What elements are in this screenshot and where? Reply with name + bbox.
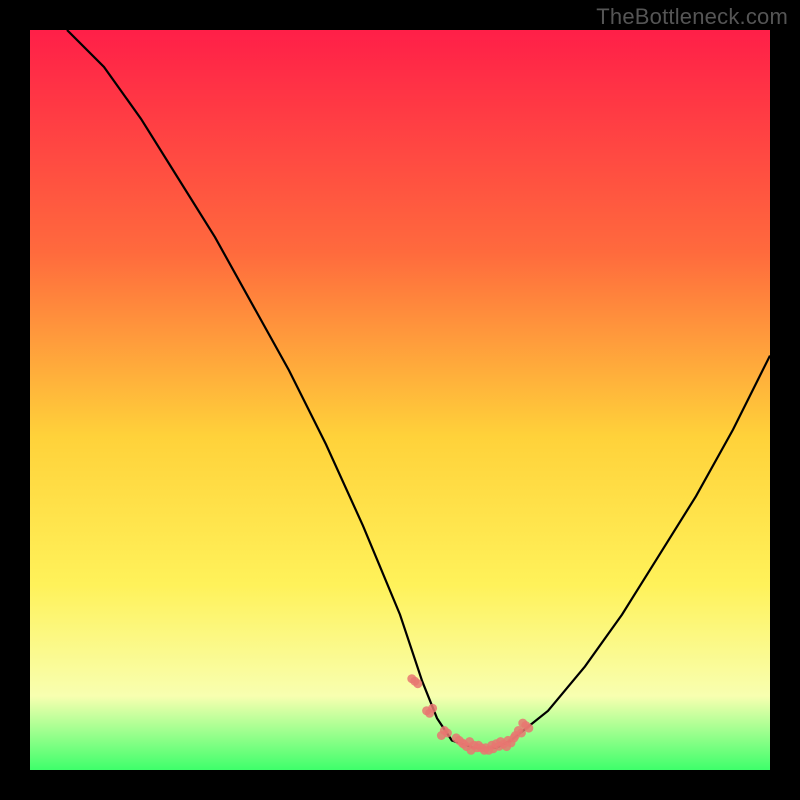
marker-dot — [413, 679, 422, 688]
chart-svg — [30, 30, 770, 770]
marker-dot — [443, 729, 452, 738]
marker-dot — [428, 704, 437, 713]
gradient-background — [30, 30, 770, 770]
watermark-text: TheBottleneck.com — [596, 4, 788, 30]
marker-dot — [524, 724, 533, 733]
chart-stage: TheBottleneck.com — [0, 0, 800, 800]
plot-area — [30, 30, 770, 770]
